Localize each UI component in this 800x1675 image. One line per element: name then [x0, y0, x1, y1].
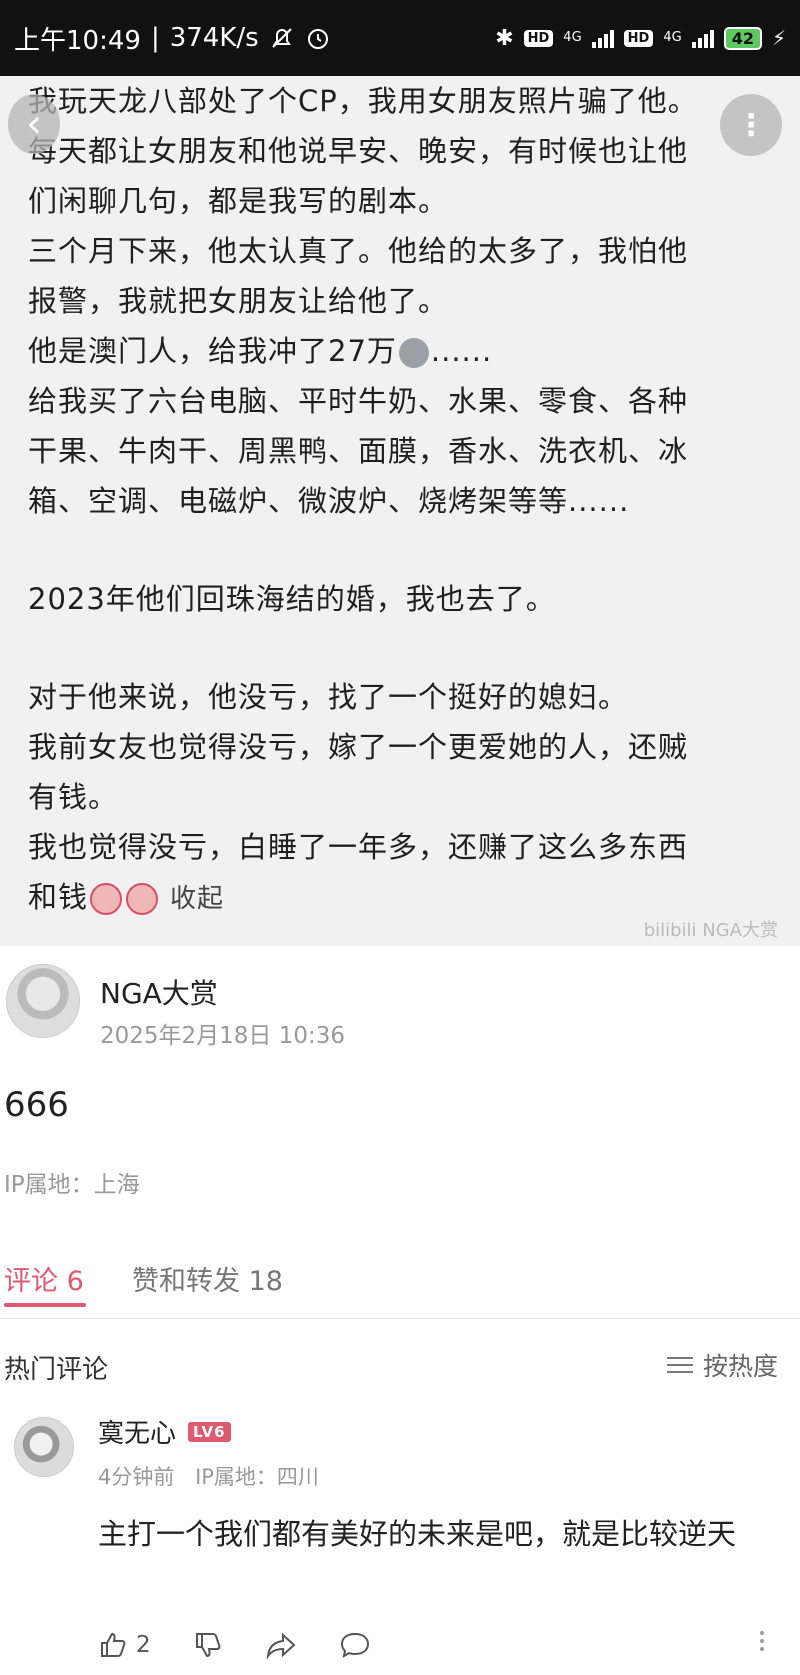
laugh-cry-emoji-icon — [126, 883, 159, 915]
chevron-left-icon: ‹ — [26, 101, 42, 147]
like-count: 2 — [136, 1632, 151, 1658]
network-type-2: 4G — [663, 30, 682, 45]
share-button[interactable] — [265, 1630, 297, 1660]
story-line: 我玩天龙八部处了个CP，我用女朋友照片骗了他。 — [28, 84, 698, 118]
divider — [0, 1318, 800, 1319]
comment-text: 主打一个我们都有美好的未来是吧，就是比较逆天 — [98, 1517, 737, 1551]
status-speed: 374K/s — [169, 23, 259, 53]
sort-by-hot-button[interactable]: 按热度 — [666, 1347, 778, 1383]
story-line: 我前女友也觉得没亏，嫁了一个更爱她的人，还贼 — [28, 730, 689, 764]
reply-button[interactable] — [339, 1630, 371, 1660]
active-tab-indicator — [4, 1303, 86, 1307]
tab-likes-reposts[interactable]: 赞和转发 18 — [132, 1259, 283, 1298]
sweat-emoji-icon — [398, 338, 429, 368]
charging-icon: ⚡ — [771, 26, 786, 50]
story-line: 报警，我就把女朋友让给他了。 — [28, 284, 449, 318]
status-separator: | — [150, 23, 160, 53]
story-line: 我也觉得没亏，白睡了一年多，还赚了这么多东西 — [28, 830, 689, 864]
post-image[interactable]: 我玩天龙八部处了个CP，我用女朋友照片骗了他。 每天都让女朋友和他说早安、晚安，… — [0, 76, 800, 946]
comment-time: 4分钟前 — [98, 1465, 175, 1489]
alarm-icon — [307, 29, 328, 49]
laugh-cry-emoji-icon — [90, 883, 123, 915]
comment-author: 寞无心 LV6 — [98, 1413, 231, 1450]
comment-username[interactable]: 寞无心 — [98, 1413, 176, 1450]
share-arrow-icon — [266, 1632, 296, 1660]
sort-menu-icon — [666, 1357, 693, 1373]
comment-more-button[interactable] — [760, 1631, 764, 1651]
like-button[interactable]: 2 — [98, 1630, 151, 1660]
story-line-suffix: ...... — [430, 334, 493, 368]
story-line-with-emoji: 他是澳门人，给我冲了27万...... — [28, 326, 768, 376]
dislike-button[interactable] — [193, 1630, 223, 1660]
author-header: NGA大赏 2025年2月18日 10:36 — [0, 960, 800, 1060]
comment-bubble-icon — [340, 1632, 369, 1659]
hot-comments-header: 热门评论 按热度 — [0, 1335, 800, 1395]
battery-icon: 42 — [723, 26, 762, 50]
sort-label: 按热度 — [702, 1352, 778, 1381]
story-line-text: 他是澳门人，给我冲了27万 — [28, 334, 397, 368]
story-line-text: 和钱 — [28, 880, 89, 914]
avatar[interactable] — [6, 964, 80, 1038]
hot-comments-title: 热门评论 — [4, 1355, 109, 1385]
story-line: 干果、牛肉干、周黑鸭、面膜，香水、洗衣机、冰 — [28, 434, 689, 468]
story-line: 给我买了六台电脑、平时牛奶、水果、零食、各种 — [28, 384, 689, 418]
tab-bar: 评论 6 赞和转发 18 — [0, 1243, 800, 1313]
signal-icon-2 — [691, 28, 714, 48]
signal-icon-1 — [591, 28, 614, 48]
hd-badge-2: HD — [623, 29, 654, 47]
level-badge: LV6 — [188, 1421, 231, 1442]
post-timestamp: 2025年2月18日 10:36 — [100, 1023, 346, 1049]
hd-badge-1: HD — [523, 29, 554, 47]
post-image-text: 我玩天龙八部处了个CP，我用女朋友照片骗了他。 每天都让女朋友和他说早安、晚安，… — [28, 76, 768, 922]
status-left: 上午10:49 | 374K/s — [14, 20, 331, 57]
thumbs-up-icon — [101, 1632, 126, 1657]
story-line: 箱、空调、电磁炉、微波炉、烧烤架等等...... — [28, 484, 630, 518]
thumbs-down-icon — [195, 1633, 221, 1658]
comment-meta: 4分钟前 IP属地：四川 — [98, 1461, 319, 1491]
story-line-with-emoji: 和钱 收起 — [28, 872, 768, 922]
status-time: 上午10:49 — [14, 25, 141, 56]
more-vertical-icon: ⋮ — [736, 107, 766, 143]
back-button[interactable]: ‹ — [8, 94, 60, 154]
comment-ip-location: IP属地：四川 — [195, 1465, 319, 1489]
story-line: 们闲聊几句，都是我写的剧本。 — [28, 184, 449, 218]
story-line: 三个月下来，他太认真了。他给的太多了，我怕他 — [28, 234, 689, 268]
network-type-1: 4G — [563, 30, 582, 45]
story-line: 2023年他们回珠海结的婚，我也去了。 — [28, 582, 556, 616]
watermark: bilibili NGA大赏 — [643, 920, 778, 941]
author-name[interactable]: NGA大赏 — [100, 972, 218, 1012]
status-right: ✱ HD 4G HD 4G 42 ⚡ — [495, 26, 786, 51]
post-ip-location: IP属地：上海 — [4, 1172, 140, 1198]
status-bar: 上午10:49 | 374K/s ✱ HD 4G HD 4G 42 ⚡ — [0, 0, 800, 76]
collapse-link[interactable]: 收起 — [170, 884, 224, 914]
comment-actions: 2 — [98, 1625, 778, 1665]
comment-item: 寞无心 LV6 4分钟前 IP属地：四川 主打一个我们都有美好的未来是吧，就是比… — [0, 1405, 800, 1675]
tab-comments[interactable]: 评论 6 — [4, 1259, 84, 1298]
bluetooth-icon: ✱ — [495, 25, 514, 51]
avatar[interactable] — [14, 1417, 74, 1477]
story-line: 对于他来说，他没亏，找了一个挺好的媳妇。 — [28, 680, 629, 714]
post-body: 666 — [4, 1085, 69, 1125]
more-options-button[interactable]: ⋮ — [720, 94, 782, 156]
mute-bell-icon — [271, 28, 292, 48]
story-line: 有钱。 — [28, 780, 119, 814]
story-line: 每天都让女朋友和他说早安、晚安，有时候也让他 — [28, 134, 689, 168]
